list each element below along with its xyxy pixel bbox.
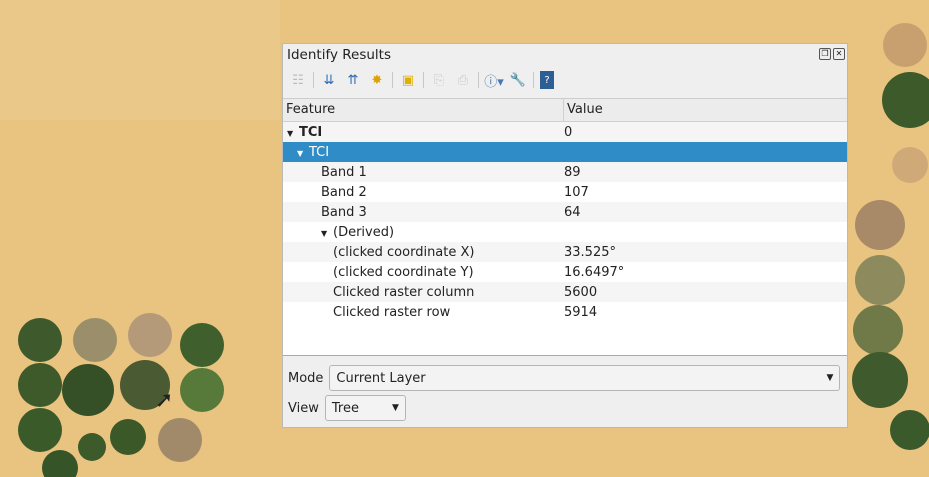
clear-results-icon[interactable]: ▣	[399, 71, 417, 89]
table-row[interactable]: Band 3 64	[283, 202, 847, 222]
crop-field-circle	[853, 305, 903, 355]
float-icon[interactable]: ❐	[819, 48, 831, 60]
view-select[interactable]: Tree ▼	[324, 395, 406, 421]
table-row[interactable]: Clicked raster row 5914	[283, 302, 847, 322]
feature-cell: Band 1	[321, 164, 367, 180]
identify-cursor-icon: ➚	[155, 388, 174, 413]
close-icon[interactable]: ✕	[833, 48, 845, 60]
feature-cell: Clicked raster column	[333, 284, 475, 300]
help-icon[interactable]: ?	[540, 71, 554, 89]
table-row[interactable]: ▼ TCI 0	[283, 122, 847, 142]
panel-title: Identify Results	[287, 47, 391, 63]
feature-cell: (Derived)	[333, 224, 395, 240]
expand-arrow-icon[interactable]: ▼	[297, 149, 309, 158]
table-row[interactable]: ▼ TCI	[283, 142, 847, 162]
print-icon[interactable]: ⎙	[454, 71, 472, 89]
crop-field-circle	[852, 352, 908, 408]
results-tree[interactable]: Feature Value ▼ TCI 0 ▼ TCI Band 1 89 Band 2 107 B…	[283, 98, 847, 356]
table-row[interactable]: (clicked coordinate Y) 16.6497°	[283, 262, 847, 282]
expand-all-icon[interactable]: ⇊	[320, 71, 338, 89]
crop-field-circle	[18, 363, 62, 407]
crop-field-circle	[180, 323, 224, 367]
feature-cell: TCI	[299, 124, 323, 140]
settings-wrench-icon[interactable]: 🔧	[509, 71, 527, 89]
header-feature[interactable]: Feature	[283, 99, 564, 121]
mode-value: Current Layer	[336, 370, 426, 386]
crop-field-circle	[18, 318, 62, 362]
feature-cell: TCI	[309, 144, 330, 160]
mode-select[interactable]: Current Layer ▼	[329, 365, 841, 391]
expand-new-icon[interactable]: ✸	[368, 71, 386, 89]
crop-field-circle	[855, 200, 905, 250]
view-label: View	[288, 400, 319, 416]
crop-field-circle	[110, 419, 146, 455]
table-row[interactable]: Clicked raster column 5600	[283, 282, 847, 302]
crop-field-circle	[78, 433, 106, 461]
chevron-down-icon: ▼	[826, 373, 834, 383]
value-cell: 5600	[564, 284, 598, 300]
crop-field-circle	[890, 410, 929, 450]
crop-field-circle	[18, 408, 62, 452]
value-cell: 33.525°	[564, 244, 616, 260]
crop-field-circle	[62, 364, 114, 416]
table-row[interactable]: (clicked coordinate X) 33.525°	[283, 242, 847, 262]
value-cell: 5914	[564, 304, 598, 320]
crop-field-circle	[892, 147, 928, 183]
feature-cell: Clicked raster row	[333, 304, 451, 320]
table-row[interactable]: ▼ (Derived)	[283, 222, 847, 242]
crop-field-circle	[73, 318, 117, 362]
collapse-all-icon[interactable]: ⇈	[344, 71, 362, 89]
crop-field-circle	[180, 368, 224, 412]
value-cell: 16.6497°	[564, 264, 625, 280]
value-cell: 0	[564, 124, 573, 140]
copy-icon[interactable]: ⎘	[430, 71, 448, 89]
crop-field-circle	[158, 418, 202, 462]
value-cell: 107	[564, 184, 589, 200]
feature-cell: Band 2	[321, 184, 367, 200]
view-value: Tree	[331, 400, 359, 416]
table-row[interactable]: Band 1 89	[283, 162, 847, 182]
select-mode-icon[interactable]: ⓘ▾	[484, 71, 504, 90]
toolbar: ☷ ⇊ ⇈ ✸ ▣ ⎘ ⎙ ⓘ▾ 🔧 ?	[289, 71, 554, 90]
feature-cell: (clicked coordinate Y)	[333, 264, 474, 280]
header-value[interactable]: Value	[564, 99, 606, 121]
crop-field-circle	[855, 255, 905, 305]
chevron-down-icon: ▼	[391, 403, 399, 413]
crop-field-circle	[128, 313, 172, 357]
crop-field-circle	[883, 23, 927, 67]
expand-arrow-icon[interactable]: ▼	[321, 229, 333, 238]
table-row[interactable]: Band 2 107	[283, 182, 847, 202]
mode-label: Mode	[288, 370, 324, 386]
feature-cell: (clicked coordinate X)	[333, 244, 475, 260]
feature-cell: Band 3	[321, 204, 367, 220]
expand-arrow-icon[interactable]: ▼	[287, 129, 299, 138]
identify-results-panel: Identify Results ❐ ✕ ☷ ⇊ ⇈ ✸ ▣ ⎘ ⎙ ⓘ▾ 🔧 ?…	[282, 43, 848, 428]
value-cell: 64	[564, 204, 581, 220]
value-cell: 89	[564, 164, 581, 180]
expand-tree-icon[interactable]: ☷	[289, 71, 307, 89]
